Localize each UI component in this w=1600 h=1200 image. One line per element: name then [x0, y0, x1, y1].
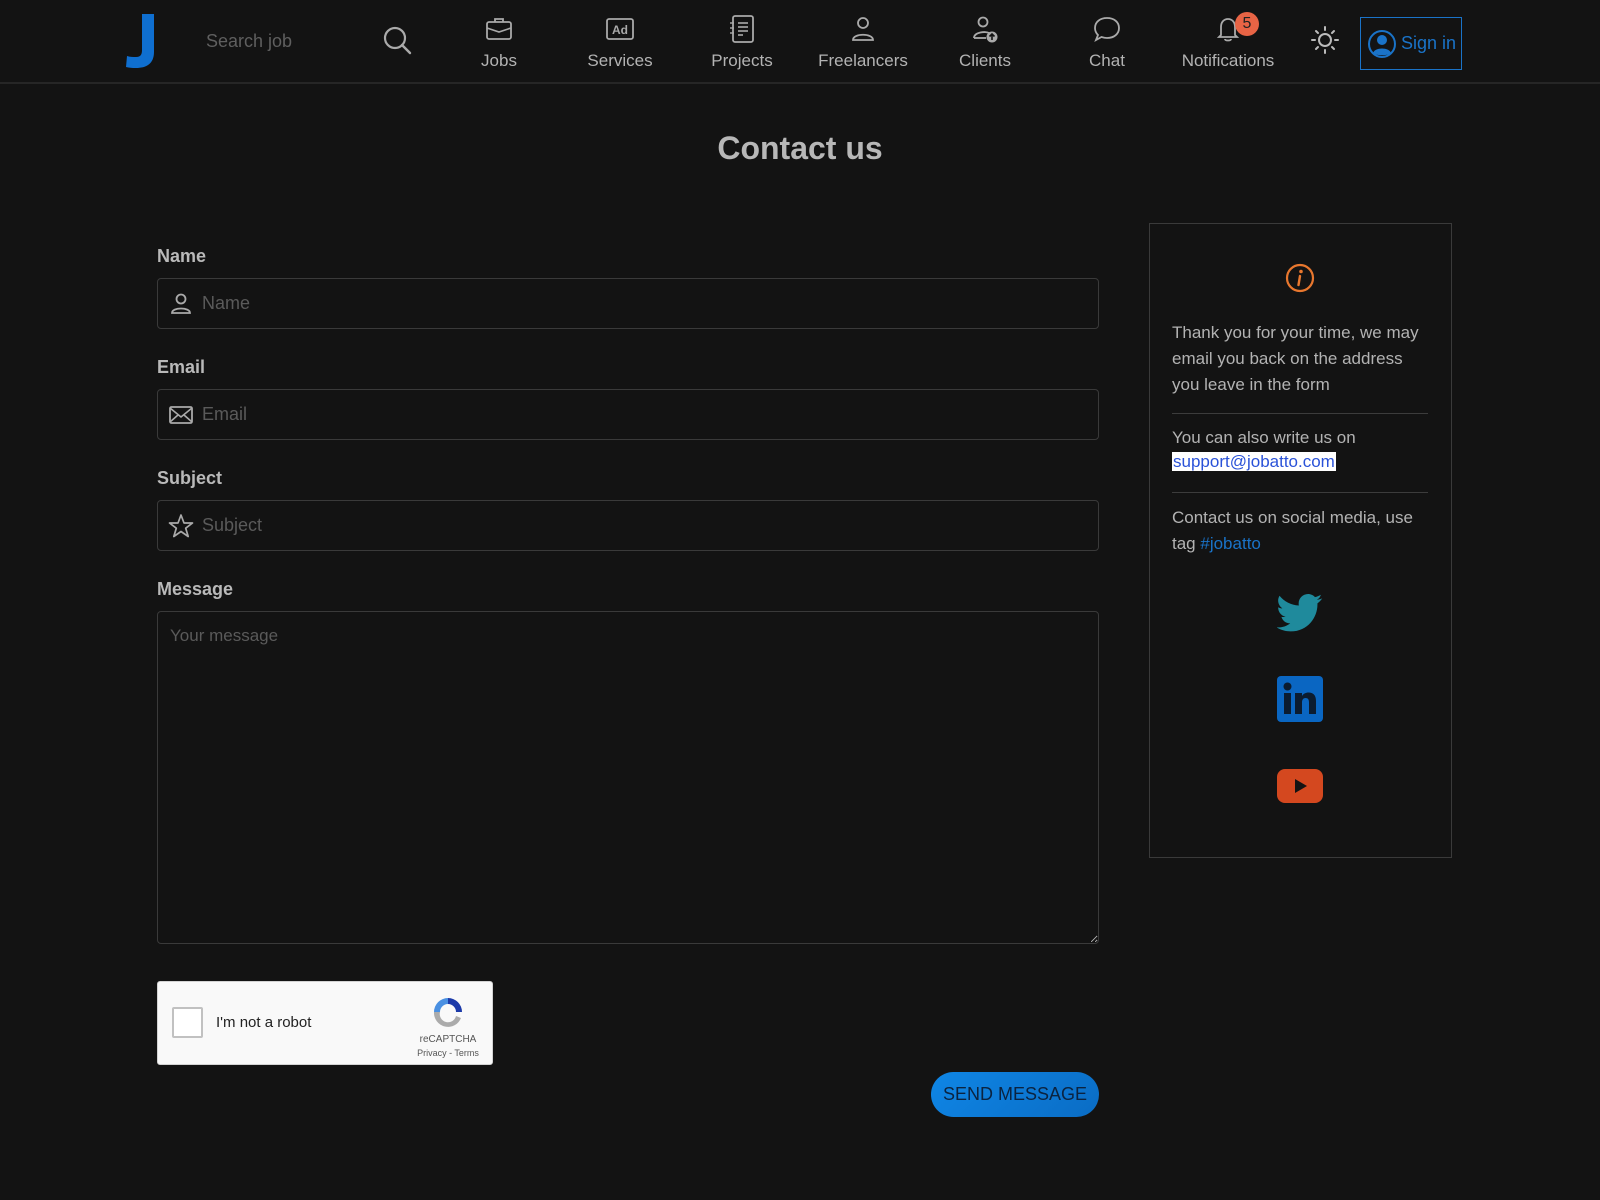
search-input[interactable]: [196, 22, 366, 60]
twitter-link[interactable]: [1276, 589, 1324, 637]
subject-label: Subject: [157, 468, 222, 489]
nav-projects[interactable]: Projects: [687, 10, 797, 76]
nav-notifications[interactable]: 5 Notifications: [1173, 10, 1283, 76]
linkedin-icon: [1277, 676, 1323, 722]
sun-icon: [1310, 25, 1340, 55]
email-field[interactable]: [157, 389, 1099, 440]
recaptcha-brand: reCAPTCHA: [408, 1034, 488, 1045]
recaptcha-label: I'm not a robot: [216, 1014, 311, 1031]
divider: [1172, 492, 1428, 493]
name-input[interactable]: [202, 279, 1082, 327]
sign-in-button[interactable]: Sign in: [1360, 17, 1462, 70]
nav-label: Jobs: [444, 51, 554, 71]
notification-badge: 5: [1235, 12, 1259, 36]
email-label: Email: [157, 357, 205, 378]
theme-toggle-button[interactable]: [1308, 24, 1342, 58]
message-textarea[interactable]: [157, 611, 1099, 944]
info-intro-text: Thank you for your time, we may email yo…: [1172, 320, 1432, 398]
nav-chat[interactable]: Chat: [1052, 10, 1162, 76]
youtube-link[interactable]: [1276, 762, 1324, 810]
name-field[interactable]: [157, 278, 1099, 329]
nav-label: Services: [565, 51, 675, 71]
nav-label: Clients: [930, 51, 1040, 71]
search-button[interactable]: [380, 24, 416, 60]
hashtag-link[interactable]: #jobatto: [1200, 534, 1261, 553]
svg-text:Ad: Ad: [612, 23, 628, 37]
support-email-link[interactable]: support@jobatto.com: [1172, 452, 1336, 471]
envelope-icon: [168, 402, 194, 428]
recaptcha-checkbox[interactable]: [172, 1007, 203, 1038]
briefcase-icon: [484, 14, 514, 44]
nav-label: Chat: [1052, 51, 1162, 71]
subject-field[interactable]: [157, 500, 1099, 551]
recaptcha-widget: I'm not a robot reCAPTCHA Privacy - Term…: [157, 981, 493, 1065]
top-navbar: Jobs Ad Services Projects Freelancers: [0, 0, 1600, 84]
user-circle-icon: [1367, 29, 1397, 59]
jobatto-logo[interactable]: [122, 12, 162, 70]
info-icon: [1284, 262, 1316, 294]
person-icon: [168, 291, 194, 317]
write-us-text: You can also write us on: [1172, 428, 1356, 447]
nav-label: Freelancers: [808, 51, 918, 71]
person-icon: [848, 14, 878, 44]
chat-bubble-icon: [1092, 14, 1122, 44]
ad-icon: Ad: [605, 14, 635, 44]
page-title: Contact us: [0, 130, 1600, 167]
recaptcha-logo-icon: [430, 994, 466, 1030]
nav-clients[interactable]: Clients: [930, 10, 1040, 76]
social-block: Contact us on social media, use tag #job…: [1172, 505, 1432, 557]
name-label: Name: [157, 246, 206, 267]
write-us-block: You can also write us on support@jobatto…: [1172, 426, 1432, 474]
twitter-icon: [1277, 593, 1323, 633]
nav-jobs[interactable]: Jobs: [444, 10, 554, 76]
subject-input[interactable]: [202, 501, 1082, 549]
nav-services[interactable]: Ad Services: [565, 10, 675, 76]
search-icon: [381, 24, 415, 58]
linkedin-link[interactable]: [1276, 675, 1324, 723]
youtube-icon: [1277, 769, 1323, 803]
person-upload-icon: [970, 14, 1000, 44]
send-message-button[interactable]: SEND MESSAGE: [931, 1072, 1099, 1117]
nav-label: Notifications: [1173, 51, 1283, 71]
sign-in-label: Sign in: [1401, 33, 1456, 54]
email-input[interactable]: [202, 390, 1082, 438]
nav-label: Projects: [687, 51, 797, 71]
recaptcha-links[interactable]: Privacy - Terms: [408, 1048, 488, 1058]
notebook-icon: [727, 14, 757, 44]
divider: [1172, 413, 1428, 414]
star-icon: [168, 513, 194, 539]
message-label: Message: [157, 579, 233, 600]
nav-freelancers[interactable]: Freelancers: [808, 10, 918, 76]
contact-info-panel: Thank you for your time, we may email yo…: [1149, 223, 1452, 858]
